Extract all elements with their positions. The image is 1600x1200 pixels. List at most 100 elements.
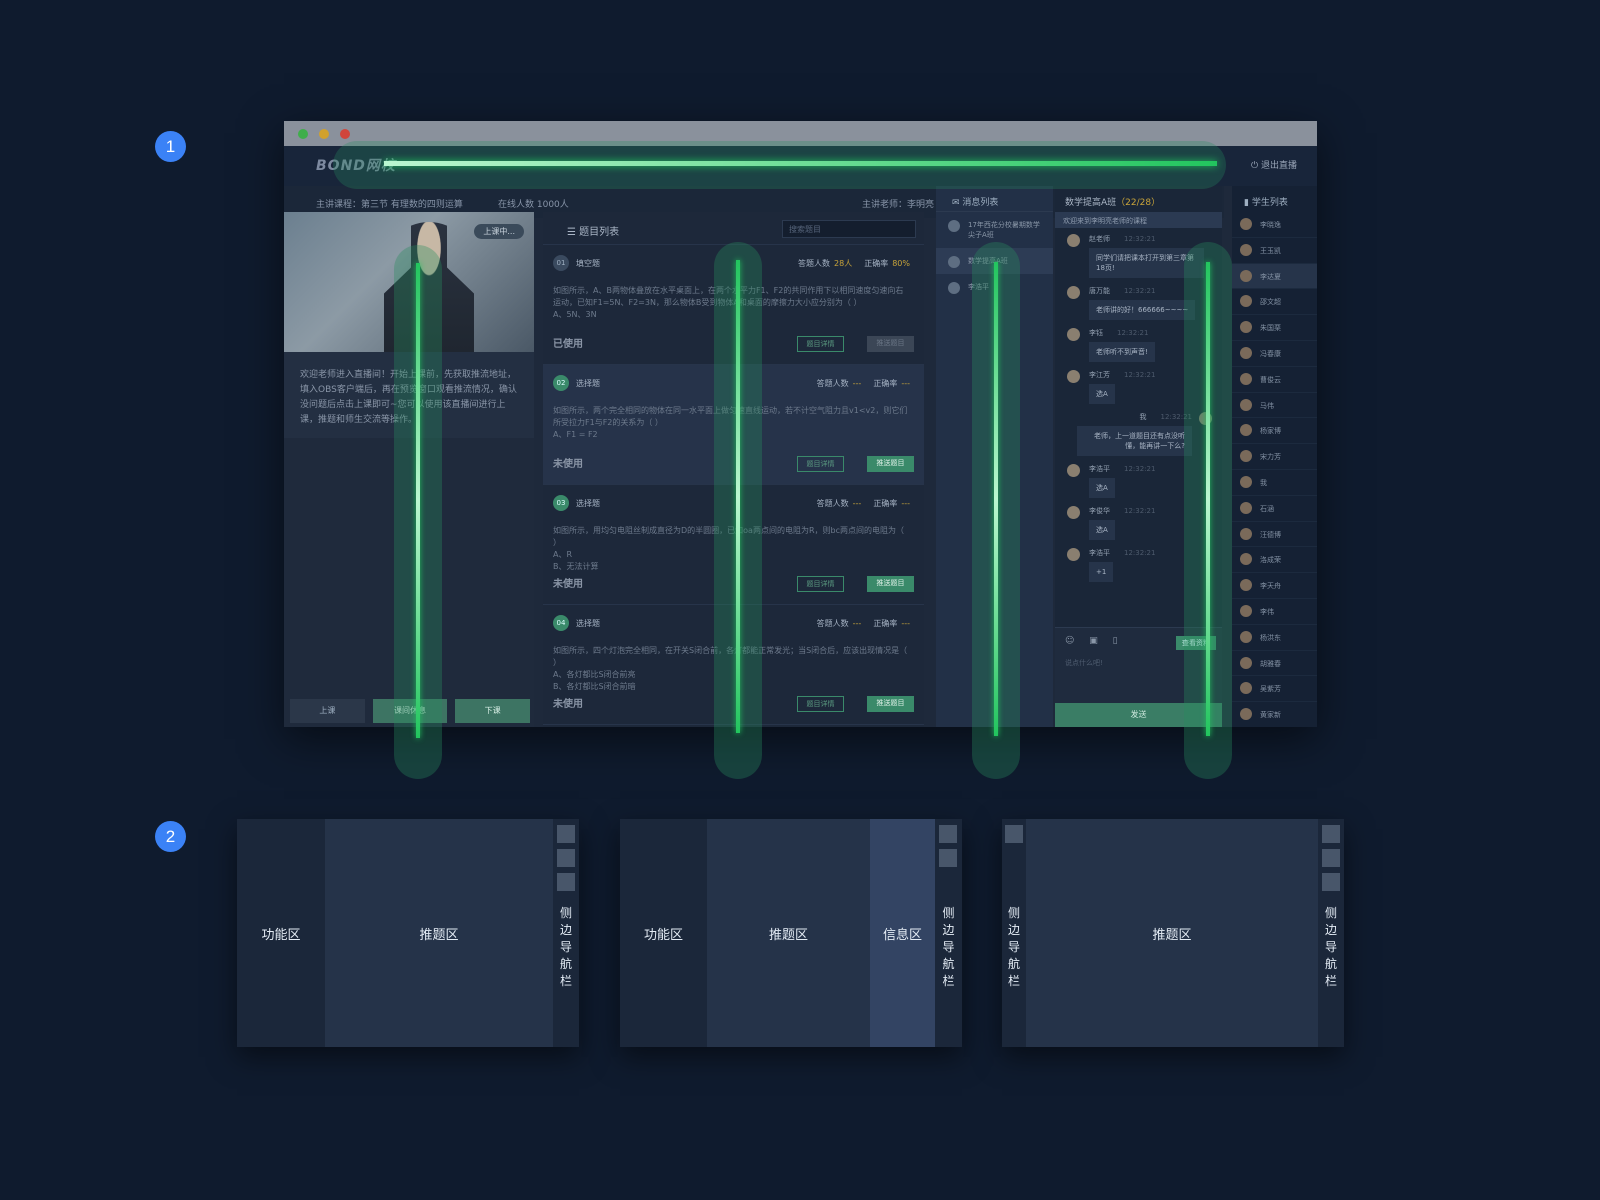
- chat-bubble: 选A: [1089, 520, 1115, 540]
- push-question-button[interactable]: 推送题目: [867, 336, 914, 352]
- student-name: 杨洪东: [1260, 633, 1281, 642]
- rate-label: 正确率: [873, 379, 898, 388]
- online-count: 在线人数 1000人: [498, 200, 569, 210]
- student-item[interactable]: 我: [1232, 470, 1317, 496]
- side-nav-label: 侧边导航栏: [1007, 906, 1020, 988]
- question-detail-button[interactable]: 题目详情: [797, 696, 844, 712]
- avatar: [948, 282, 960, 294]
- student-name: 洛成荣: [1260, 556, 1281, 565]
- avatar: [1240, 604, 1252, 617]
- student-item[interactable]: 李天舟: [1232, 573, 1317, 599]
- push-question-button[interactable]: 推送题目: [867, 696, 914, 712]
- student-item[interactable]: 汪德博: [1232, 522, 1317, 548]
- student-name: 胡雅春: [1260, 659, 1281, 668]
- nav-square: [1005, 825, 1023, 843]
- question-detail-button[interactable]: 题目详情: [797, 336, 844, 352]
- window-minimize-button[interactable]: [319, 129, 329, 139]
- student-item[interactable]: 吴紫芳: [1232, 676, 1317, 703]
- exit-live-button[interactable]: ⏻ 退出直播: [1251, 158, 1297, 171]
- question-state: 未使用: [553, 459, 583, 470]
- student-item[interactable]: 冯春康: [1232, 341, 1317, 367]
- student-list-panel: ▮ 学生列表 李晓逸 王玉凯 李达夏 邵文超 朱国栗 冯春康 曹俊云 马伟 杨家博 宋力芳我石涵汪…: [1232, 186, 1317, 727]
- avatar: [1067, 548, 1080, 561]
- chat-sender: 我: [1139, 413, 1147, 421]
- window-close-button[interactable]: [340, 129, 350, 139]
- answered-label: 答题人数: [816, 619, 849, 628]
- question-detail-button[interactable]: 题目详情: [797, 456, 844, 472]
- avatar: [1240, 243, 1252, 256]
- student-item[interactable]: 马伟: [1232, 393, 1317, 419]
- chat-sender: 赵老师: [1089, 235, 1110, 243]
- question-stats: 答题人数 --- 正确率 ---: [817, 378, 910, 389]
- student-item[interactable]: 黄家新: [1232, 702, 1317, 727]
- correct-rate: ---: [901, 379, 910, 388]
- answered-count: 28人: [834, 259, 853, 268]
- teacher-name: 主讲老师：李明亮: [862, 200, 935, 210]
- chat-bubble: 老师讲的好！666666~~~~: [1089, 300, 1196, 320]
- question-type: 填空题: [576, 259, 600, 268]
- message-item-label: 17年西花分校暑期数学尖子A班: [968, 221, 1040, 239]
- mail-icon: ✉: [952, 198, 963, 208]
- student-item[interactable]: 李晓逸: [1232, 212, 1317, 238]
- panel-highlight-line: [994, 262, 998, 736]
- student-item[interactable]: 宋力芳: [1232, 444, 1317, 470]
- push-question-zone: 推题区: [325, 819, 553, 1047]
- question-number: 04: [553, 615, 569, 631]
- side-nav: 侧边导航栏: [553, 819, 579, 1047]
- question-stats: 答题人数 --- 正确率 ---: [817, 618, 910, 629]
- bar-chart-icon: ▮: [1244, 198, 1252, 208]
- layout-diagram-2: 功能区 推题区 信息区 侧边导航栏: [620, 819, 962, 1047]
- student-item[interactable]: 邵文超: [1232, 289, 1317, 316]
- student-name: 朱国栗: [1260, 324, 1281, 333]
- nav-square: [557, 849, 575, 867]
- student-item[interactable]: 朱国栗: [1232, 315, 1317, 341]
- student-name: 吴紫芳: [1260, 685, 1281, 694]
- student-item[interactable]: 李伟: [1232, 599, 1317, 625]
- question-type: 选择题: [576, 619, 600, 628]
- avatar: [1067, 370, 1080, 383]
- student-item[interactable]: 杨洪东: [1232, 625, 1317, 651]
- student-name: 李伟: [1260, 607, 1274, 616]
- chat-bubble: +1: [1089, 562, 1114, 582]
- chat-sender: 李江芳: [1089, 371, 1110, 379]
- start-class-button[interactable]: 上课: [290, 699, 365, 723]
- avatar: [1240, 527, 1252, 540]
- student-item[interactable]: 杨家博: [1232, 418, 1317, 445]
- student-item[interactable]: 胡雅春: [1232, 651, 1317, 677]
- student-name: 石涵: [1260, 504, 1274, 513]
- student-item[interactable]: 石涵: [1232, 496, 1317, 522]
- student-name: 冯春康: [1260, 349, 1281, 358]
- chat-tools-icons[interactable]: ☺ ▣ ▯: [1065, 636, 1124, 646]
- window-maximize-button[interactable]: [298, 129, 308, 139]
- avatar: [1240, 475, 1252, 488]
- power-icon: ⏻: [1251, 161, 1261, 171]
- student-item[interactable]: 洛成荣: [1232, 547, 1317, 574]
- avatar: [1240, 321, 1252, 334]
- student-item[interactable]: 王玉凯: [1232, 238, 1317, 264]
- push-question-button[interactable]: 推送题目: [867, 576, 914, 592]
- question-state: 未使用: [553, 699, 583, 710]
- correct-rate: ---: [901, 499, 910, 508]
- push-question-button[interactable]: 推送题目: [867, 456, 914, 472]
- avatar: [1067, 234, 1080, 247]
- student-name: 王玉凯: [1260, 246, 1281, 255]
- student-item[interactable]: 李达夏: [1232, 263, 1317, 290]
- chat-input[interactable]: 说点什么吧!: [1065, 658, 1103, 668]
- panel-highlight-line: [736, 260, 740, 733]
- student-item[interactable]: 曹俊云: [1232, 367, 1317, 393]
- student-name: 李天舟: [1260, 582, 1281, 591]
- chat-sender: 李浩平: [1089, 465, 1110, 473]
- chat-sender: 李浩平: [1089, 549, 1110, 557]
- student-name: 宋力芳: [1260, 453, 1281, 462]
- push-question-zone: 推题区: [1026, 819, 1318, 1047]
- end-class-button[interactable]: 下课: [455, 699, 531, 723]
- avatar: [1240, 579, 1252, 592]
- chat-time: 12:32:21: [1124, 371, 1156, 379]
- side-nav: 侧边导航栏: [935, 819, 962, 1047]
- chat-bubble: 选A: [1089, 478, 1115, 498]
- question-search-input[interactable]: 搜索题目: [782, 220, 916, 238]
- student-name: 马伟: [1260, 401, 1274, 410]
- live-status-badge: 上课中...: [474, 224, 524, 239]
- question-type: 选择题: [576, 499, 600, 508]
- question-detail-button[interactable]: 题目详情: [797, 576, 844, 592]
